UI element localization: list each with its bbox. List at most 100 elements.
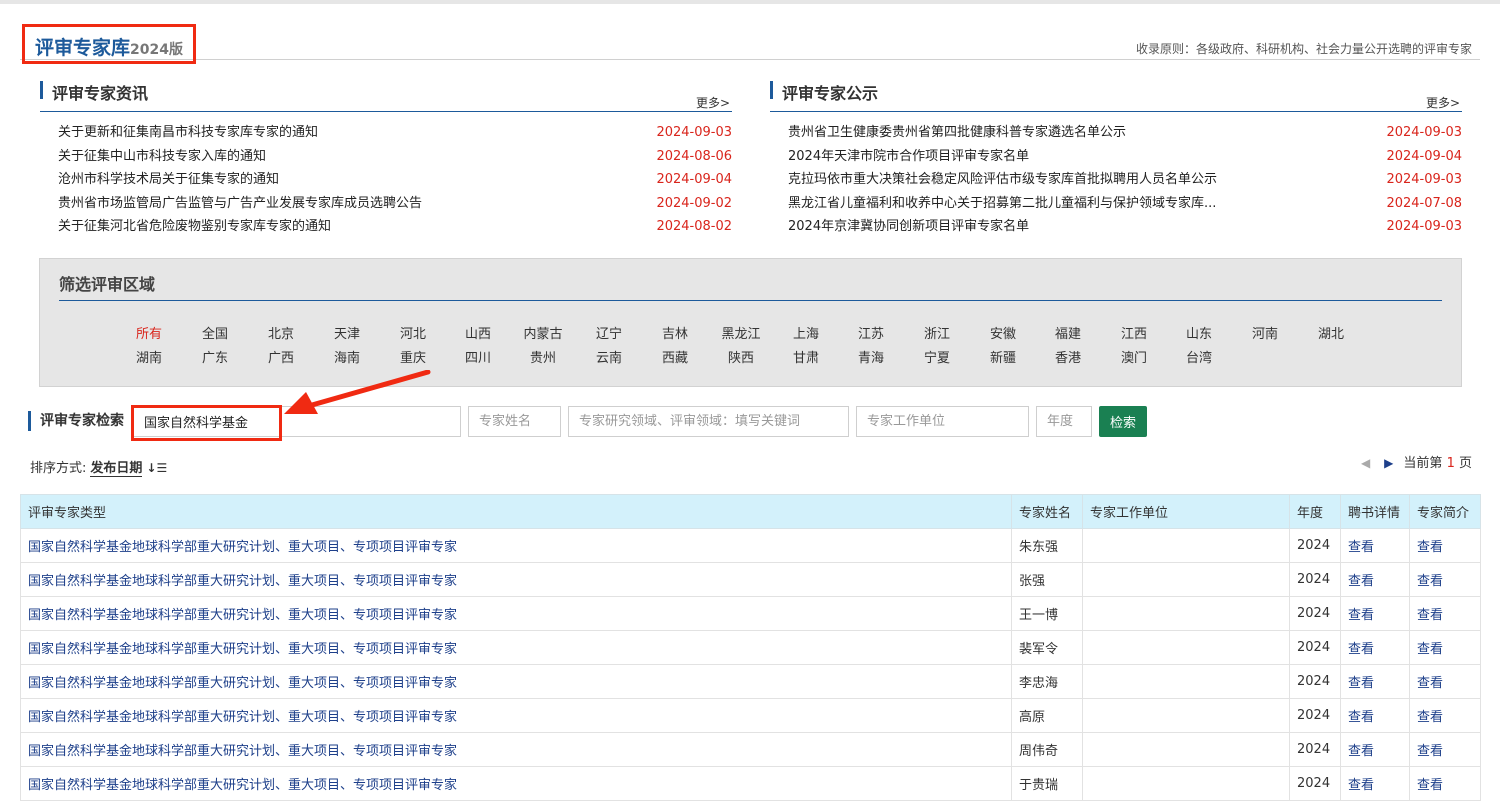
- region-option[interactable]: 广西: [252, 347, 310, 366]
- expert-name-cell: 朱东强: [1011, 528, 1083, 563]
- certificate-view-link[interactable]: 查看: [1340, 562, 1410, 597]
- region-option[interactable]: 天津: [318, 323, 376, 342]
- search-button[interactable]: 检索: [1099, 406, 1147, 437]
- news-item: 2024年京津冀协同创新项目评审专家名单 2024-09-03: [770, 215, 1462, 239]
- region-option[interactable]: 全国: [186, 323, 244, 342]
- news-item-title[interactable]: 关于征集河北省危险废物鉴别专家库专家的通知: [58, 215, 331, 239]
- region-option[interactable]: 辽宁: [580, 323, 638, 342]
- region-option[interactable]: 山东: [1170, 323, 1228, 342]
- certificate-view-link[interactable]: 查看: [1340, 664, 1410, 699]
- region-option[interactable]: 湖北: [1302, 323, 1360, 342]
- research-field-input[interactable]: [568, 406, 849, 437]
- news-item-date: 2024-09-03: [656, 125, 732, 140]
- table-row: 国家自然科学基金地球科学部重大研究计划、重大项目、专项项目评审专家 高原 2024 查…: [20, 698, 1481, 733]
- expert-type-link[interactable]: 国家自然科学基金地球科学部重大研究计划、重大项目、专项项目评审专家: [20, 528, 1012, 563]
- region-option[interactable]: 澳门: [1105, 347, 1163, 366]
- news-item-title[interactable]: 关于更新和征集南昌市科技专家库专家的通知: [58, 121, 318, 145]
- expert-notice-list: 贵州省卫生健康委贵州省第四批健康科普专家遴选名单公示 2024-09-03 2024…: [770, 121, 1462, 239]
- intro-view-link[interactable]: 查看: [1409, 766, 1481, 801]
- certificate-view-link[interactable]: 查看: [1340, 528, 1410, 563]
- sort-bar: 排序方式: 发布日期 ↓☰: [30, 457, 167, 477]
- certificate-view-link[interactable]: 查看: [1340, 732, 1410, 767]
- certificate-view-link[interactable]: 查看: [1340, 630, 1410, 665]
- region-option[interactable]: 宁夏: [908, 347, 966, 366]
- region-option[interactable]: 西藏: [646, 347, 704, 366]
- region-option[interactable]: 青海: [842, 347, 900, 366]
- region-option[interactable]: 香港: [1039, 347, 1097, 366]
- region-option[interactable]: 浙江: [908, 323, 966, 342]
- intro-view-link[interactable]: 查看: [1409, 596, 1481, 631]
- region-option[interactable]: 所有: [120, 323, 178, 342]
- region-option[interactable]: 安徽: [974, 323, 1032, 342]
- news-item-title[interactable]: 克拉玛依市重大决策社会稳定风险评估市级专家库首批拟聘用人员名单公示: [788, 168, 1217, 192]
- region-option[interactable]: 云南: [580, 347, 638, 366]
- region-option[interactable]: 山西: [449, 323, 507, 342]
- intro-view-link[interactable]: 查看: [1409, 664, 1481, 699]
- expert-type-input[interactable]: [133, 406, 461, 437]
- region-option[interactable]: 上海: [777, 323, 835, 342]
- region-option[interactable]: 江苏: [842, 323, 900, 342]
- region-option[interactable]: 海南: [318, 347, 376, 366]
- news-item-title[interactable]: 黑龙江省儿童福利和收养中心关于招募第二批儿童福利与保护领域专家库...: [788, 192, 1216, 216]
- intro-view-link[interactable]: 查看: [1409, 732, 1481, 767]
- news-item-title[interactable]: 2024年京津冀协同创新项目评审专家名单: [788, 215, 1029, 239]
- certificate-view-link[interactable]: 查看: [1340, 596, 1410, 631]
- news-item-title[interactable]: 沧州市科学技术局关于征集专家的通知: [58, 168, 279, 192]
- region-option[interactable]: 广东: [186, 347, 244, 366]
- prev-page-icon[interactable]: ◀: [1361, 456, 1370, 470]
- expert-type-link[interactable]: 国家自然科学基金地球科学部重大研究计划、重大项目、专项项目评审专家: [20, 766, 1012, 801]
- current-page-number: 1: [1446, 456, 1455, 471]
- pager-prefix: 当前第: [1403, 456, 1443, 471]
- region-option[interactable]: 陕西: [712, 347, 770, 366]
- expert-type-link[interactable]: 国家自然科学基金地球科学部重大研究计划、重大项目、专项项目评审专家: [20, 596, 1012, 631]
- certificate-view-link[interactable]: 查看: [1340, 766, 1410, 801]
- expert-type-link[interactable]: 国家自然科学基金地球科学部重大研究计划、重大项目、专项项目评审专家: [20, 562, 1012, 597]
- region-option[interactable]: 重庆: [384, 347, 442, 366]
- region-filter-divider: [59, 300, 1442, 301]
- region-option[interactable]: 北京: [252, 323, 310, 342]
- year-cell: 2024: [1289, 698, 1341, 733]
- top-rule: [0, 0, 1500, 4]
- region-option[interactable]: 湖南: [120, 347, 178, 366]
- region-option[interactable]: 河北: [384, 323, 442, 342]
- intro-view-link[interactable]: 查看: [1409, 562, 1481, 597]
- news-item: 贵州省卫生健康委贵州省第四批健康科普专家遴选名单公示 2024-09-03: [770, 121, 1462, 145]
- region-option[interactable]: 江西: [1105, 323, 1163, 342]
- certificate-view-link[interactable]: 查看: [1340, 698, 1410, 733]
- region-option[interactable]: 内蒙古: [514, 323, 572, 342]
- region-option[interactable]: 甘肃: [777, 347, 835, 366]
- work-unit-cell: [1082, 630, 1290, 665]
- region-option[interactable]: 福建: [1039, 323, 1097, 342]
- expert-news-more-link[interactable]: 更多>: [696, 94, 730, 111]
- year-input[interactable]: [1036, 406, 1092, 437]
- news-item-date: 2024-09-04: [1386, 148, 1462, 164]
- intro-view-link[interactable]: 查看: [1409, 698, 1481, 733]
- news-item-title[interactable]: 2024年天津市院市合作项目评审专家名单: [788, 145, 1029, 169]
- expert-notice-more-link[interactable]: 更多>: [1426, 94, 1460, 111]
- expert-type-link[interactable]: 国家自然科学基金地球科学部重大研究计划、重大项目、专项项目评审专家: [20, 664, 1012, 699]
- intro-view-link[interactable]: 查看: [1409, 528, 1481, 563]
- sort-by-date-button[interactable]: 发布日期: [90, 461, 143, 477]
- news-item-title[interactable]: 贵州省卫生健康委贵州省第四批健康科普专家遴选名单公示: [788, 121, 1126, 145]
- expert-type-link[interactable]: 国家自然科学基金地球科学部重大研究计划、重大项目、专项项目评审专家: [20, 698, 1012, 733]
- expert-name-input[interactable]: [468, 406, 561, 437]
- expert-type-link[interactable]: 国家自然科学基金地球科学部重大研究计划、重大项目、专项项目评审专家: [20, 630, 1012, 665]
- news-item-title[interactable]: 关于征集中山市科技专家入库的通知: [58, 145, 266, 169]
- news-item-title[interactable]: 贵州省市场监管局广告监管与广告产业发展专家库成员选聘公告: [58, 192, 422, 216]
- next-page-icon[interactable]: ▶: [1384, 456, 1393, 470]
- region-option[interactable]: 河南: [1236, 323, 1294, 342]
- region-option[interactable]: 台湾: [1170, 347, 1228, 366]
- work-unit-input[interactable]: [856, 406, 1029, 437]
- table-row: 国家自然科学基金地球科学部重大研究计划、重大项目、专项项目评审专家 李忠海 2024…: [20, 664, 1481, 699]
- sort-descending-icon[interactable]: ↓☰: [146, 461, 167, 475]
- news-item-date: 2024-07-08: [1386, 195, 1462, 211]
- news-item-date: 2024-09-03: [1386, 125, 1462, 140]
- region-option[interactable]: 贵州: [514, 347, 572, 366]
- region-option[interactable]: 新疆: [974, 347, 1032, 366]
- region-option[interactable]: 吉林: [646, 323, 704, 342]
- intro-view-link[interactable]: 查看: [1409, 630, 1481, 665]
- region-option[interactable]: 黑龙江: [712, 323, 770, 342]
- pager-suffix: 页: [1458, 456, 1472, 471]
- expert-type-link[interactable]: 国家自然科学基金地球科学部重大研究计划、重大项目、专项项目评审专家: [20, 732, 1012, 767]
- region-option[interactable]: 四川: [449, 347, 507, 366]
